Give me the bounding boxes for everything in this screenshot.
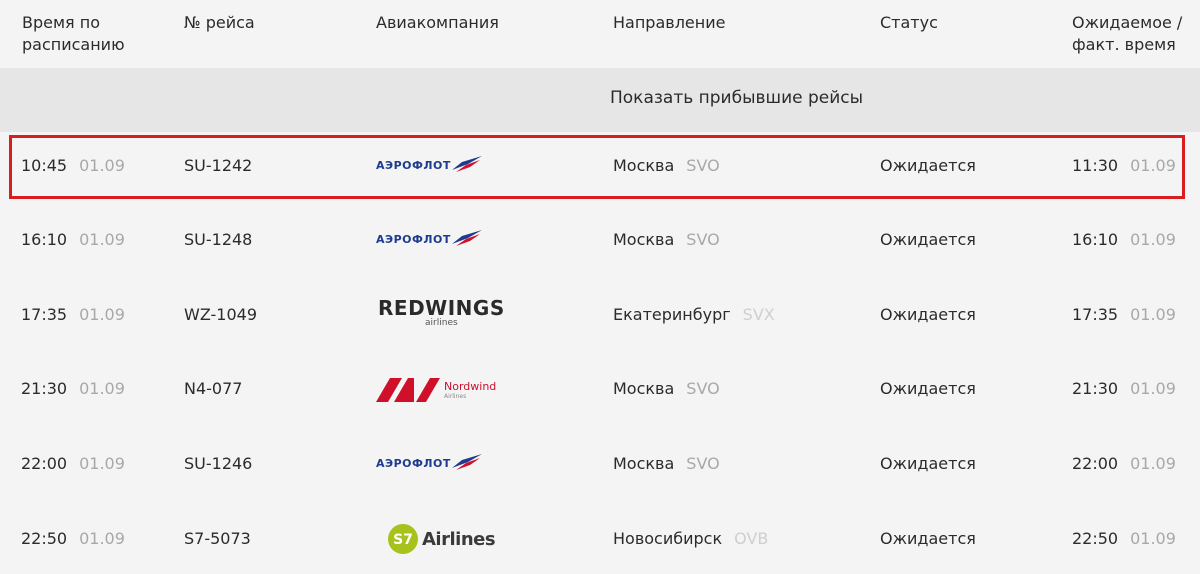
show-arrived-flights-label: Показать прибывшие рейсы xyxy=(610,88,864,108)
scheduled-time: 10:45 01.09 xyxy=(21,156,125,175)
scheduled-time: 16:10 01.09 xyxy=(21,230,125,249)
s7-logo: S7 Airlines xyxy=(388,524,496,554)
expected-time: 11:30 01.09 xyxy=(1072,156,1176,175)
flight-number: N4-077 xyxy=(184,379,243,398)
flight-status: Ожидается xyxy=(880,379,976,398)
expected-date: 01.09 xyxy=(1130,529,1176,548)
scheduled-time: 22:00 01.09 xyxy=(21,454,125,473)
expected-time: 17:35 01.09 xyxy=(1072,305,1176,324)
scheduled-date: 01.09 xyxy=(79,529,125,548)
header-direction[interactable]: Направление xyxy=(613,12,725,34)
scheduled-date: 01.09 xyxy=(79,305,125,324)
expected-time: 22:00 01.09 xyxy=(1072,454,1176,473)
header-scheduled-time[interactable]: Время по расписанию xyxy=(22,12,152,56)
scheduled-date: 01.09 xyxy=(79,230,125,249)
table-row[interactable]: 17:35 01.09 WZ-1049 REDWINGS airlines Ека… xyxy=(0,278,1200,352)
redwings-logo: REDWINGS airlines xyxy=(378,296,505,328)
svg-text:S7: S7 xyxy=(393,532,413,548)
scheduled-date: 01.09 xyxy=(79,454,125,473)
aeroflot-logo: АЭРОФЛОТ xyxy=(376,230,482,248)
aeroflot-wing-icon xyxy=(451,230,482,246)
table-row[interactable]: 16:10 01.09 SU-1248 АЭРОФЛОТ Москва SVO Ож… xyxy=(0,204,1200,278)
flight-status: Ожидается xyxy=(880,156,976,175)
flight-number: SU-1242 xyxy=(184,156,253,175)
header-status[interactable]: Статус xyxy=(880,12,938,34)
nordwind-mark-icon xyxy=(376,378,440,402)
expected-date: 01.09 xyxy=(1130,454,1176,473)
table-row[interactable]: 22:00 01.09 SU-1246 АЭРОФЛОТ Москва SVO Ож… xyxy=(0,426,1200,500)
aeroflot-wing-icon xyxy=(451,454,482,470)
scheduled-time: 21:30 01.09 xyxy=(21,379,125,398)
flight-status: Ожидается xyxy=(880,529,976,548)
nordwind-logo: Nordwind Airlines xyxy=(376,378,496,402)
table-header: Время по расписанию № рейса Авиакомпания… xyxy=(0,0,1200,68)
airport-code: SVO xyxy=(686,156,720,175)
aeroflot-logo: АЭРОФЛОТ xyxy=(376,454,482,472)
expected-time: 16:10 01.09 xyxy=(1072,230,1176,249)
direction: Новосибирск OVB xyxy=(613,529,769,548)
flight-number: WZ-1049 xyxy=(184,305,257,324)
s7-circle-icon: S7 xyxy=(388,524,418,554)
airport-code: SVO xyxy=(686,454,720,473)
flight-number: SU-1248 xyxy=(184,230,253,249)
direction: Екатеринбург SVX xyxy=(613,305,775,324)
scheduled-date: 01.09 xyxy=(79,156,125,175)
airport-code: SVX xyxy=(742,305,775,324)
aeroflot-wing-icon xyxy=(451,156,482,172)
scheduled-date: 01.09 xyxy=(79,379,125,398)
expected-date: 01.09 xyxy=(1130,305,1176,324)
flight-number: SU-1246 xyxy=(184,454,253,473)
expected-time: 21:30 01.09 xyxy=(1072,379,1176,398)
table-row[interactable]: 22:50 01.09 S7-5073 S7 Airlines Новосибир… xyxy=(0,500,1200,574)
header-flight-number[interactable]: № рейса xyxy=(184,12,255,34)
direction: Москва SVO xyxy=(613,230,720,249)
show-arrived-flights-button[interactable]: Показать прибывшие рейсы xyxy=(0,68,1200,132)
airport-code: SVO xyxy=(686,379,720,398)
table-row[interactable]: 21:30 01.09 N4-077 Nordwind Airlines Моск… xyxy=(0,352,1200,426)
header-airline[interactable]: Авиакомпания xyxy=(376,12,499,34)
flight-status: Ожидается xyxy=(880,230,976,249)
airport-code: SVO xyxy=(686,230,720,249)
aeroflot-logo: АЭРОФЛОТ xyxy=(376,156,482,174)
flight-number: S7-5073 xyxy=(184,529,251,548)
scheduled-time: 22:50 01.09 xyxy=(21,529,125,548)
flight-status: Ожидается xyxy=(880,454,976,473)
flight-status: Ожидается xyxy=(880,305,976,324)
expected-date: 01.09 xyxy=(1130,156,1176,175)
expected-time: 22:50 01.09 xyxy=(1072,529,1176,548)
airport-code: OVB xyxy=(734,529,769,548)
header-expected-time[interactable]: Ожидаемое / факт. время xyxy=(1072,12,1187,56)
scheduled-time: 17:35 01.09 xyxy=(21,305,125,324)
direction: Москва SVO xyxy=(613,379,720,398)
table-row[interactable]: 10:45 01.09 SU-1242 АЭРОФЛОТ Москва SVO Ож… xyxy=(0,130,1200,204)
expected-date: 01.09 xyxy=(1130,230,1176,249)
expected-date: 01.09 xyxy=(1130,379,1176,398)
direction: Москва SVO xyxy=(613,454,720,473)
direction: Москва SVO xyxy=(613,156,720,175)
